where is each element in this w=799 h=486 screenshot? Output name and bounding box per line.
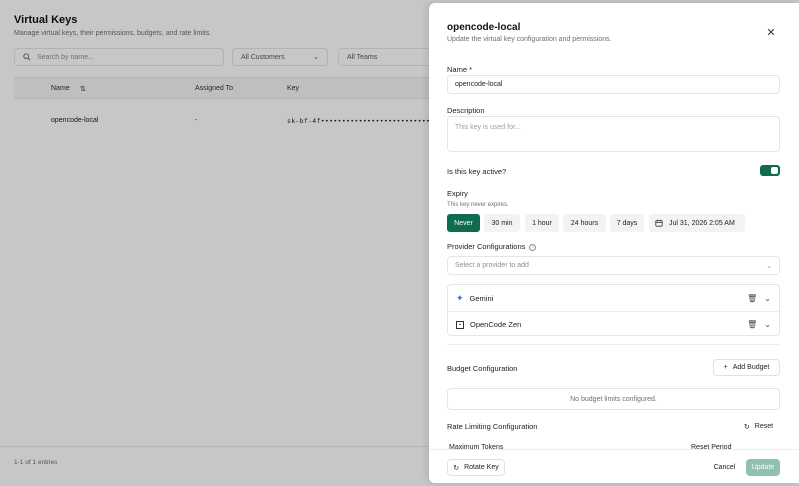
divider (447, 344, 780, 345)
expiry-date-value: Jul 31, 2026 2:05 AM (669, 219, 735, 227)
provider-name: OpenCode Zen (470, 320, 522, 329)
provider-row-opencode-zen[interactable]: ▪ OpenCode Zen 🗑 ⌄ (448, 311, 779, 337)
toggle-knob (771, 167, 778, 174)
expiry-30min-button[interactable]: 30 min (484, 214, 520, 232)
drawer-subtitle: Update the virtual key configuration and… (447, 36, 612, 43)
provider-list: ✦ Gemini 🗑 ⌄ ▪ OpenCode Zen 🗑 ⌄ (447, 284, 780, 336)
drawer-footer: ↻ Rotate Key Cancel Update (429, 449, 799, 483)
budget-empty-state: No budget limits configured. (447, 388, 780, 410)
active-toggle[interactable] (760, 165, 780, 176)
reset-button[interactable]: ↻ Reset (737, 418, 780, 435)
edit-key-drawer: opencode-local Update the virtual key co… (429, 3, 799, 483)
expiry-1hour-button[interactable]: 1 hour (525, 214, 559, 232)
add-budget-button[interactable]: + Add Budget (713, 359, 780, 376)
provider-label-text: Provider Configurations (447, 242, 526, 251)
expiry-hint: This key never expires. (447, 202, 509, 208)
trash-icon[interactable]: 🗑 (747, 294, 757, 303)
description-label: Description (447, 106, 485, 115)
chevron-down-icon[interactable]: ⌄ (764, 320, 771, 329)
expiry-label: Expiry (447, 189, 468, 198)
rate-limit-label: Rate Limiting Configuration (447, 422, 538, 431)
rotate-key-button[interactable]: ↻ Rotate Key (447, 459, 505, 476)
chevron-down-icon[interactable]: ⌄ (764, 294, 771, 303)
reset-label: Reset (754, 423, 774, 430)
close-icon[interactable]: ✕ (765, 27, 777, 39)
plus-icon: + (723, 364, 728, 371)
rotate-icon: ↻ (453, 464, 460, 472)
expiry-never-button[interactable]: Never (447, 214, 480, 232)
description-field[interactable]: This key is used for... (447, 116, 780, 152)
info-icon[interactable]: i (529, 243, 537, 251)
add-budget-label: Add Budget (732, 364, 770, 371)
gemini-icon: ✦ (456, 292, 464, 303)
expiry-7days-button[interactable]: 7 days (610, 214, 644, 232)
expiry-date-picker[interactable]: Jul 31, 2026 2:05 AM (649, 214, 745, 232)
calendar-icon (655, 219, 663, 227)
opencode-icon: ▪ (456, 320, 464, 329)
provider-name: Gemini (469, 293, 494, 303)
expiry-24hours-button[interactable]: 24 hours (563, 214, 606, 232)
drawer-title: opencode-local (447, 22, 521, 33)
trash-icon[interactable]: 🗑 (747, 320, 757, 329)
active-label: Is this key active? (447, 167, 507, 176)
provider-label: Provider Configurations i (447, 242, 537, 251)
provider-select-placeholder: Select a provider to add (455, 262, 529, 269)
reset-icon: ↻ (743, 423, 750, 431)
chevron-down-icon: ⌄ (766, 262, 772, 270)
update-button[interactable]: Update (746, 459, 780, 476)
name-field[interactable]: opencode-local (447, 75, 780, 94)
provider-row-gemini[interactable]: ✦ Gemini 🗑 ⌄ (448, 285, 779, 311)
rotate-key-label: Rotate Key (464, 464, 499, 471)
budget-label: Budget Configuration (447, 364, 518, 373)
name-label: Name * (447, 65, 473, 74)
provider-select[interactable]: Select a provider to add ⌄ (447, 256, 780, 275)
cancel-button[interactable]: Cancel (707, 459, 742, 476)
